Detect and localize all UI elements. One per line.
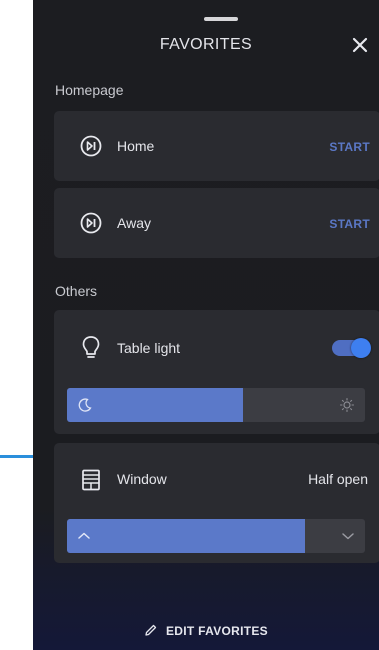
table-light-card: Table light bbox=[54, 310, 379, 434]
chevron-up-icon[interactable] bbox=[77, 530, 91, 542]
favorite-home-card[interactable]: Home START bbox=[54, 111, 379, 181]
brightness-fill bbox=[67, 388, 243, 422]
chevron-down-icon[interactable] bbox=[341, 530, 355, 542]
favorite-home-label: Home bbox=[117, 138, 155, 154]
window-status: Half open bbox=[308, 471, 368, 487]
edit-favorites-button[interactable]: EDIT FAVORITES bbox=[33, 623, 379, 638]
section-homepage: Homepage bbox=[55, 82, 124, 98]
section-others: Others bbox=[55, 283, 98, 299]
table-light-toggle[interactable] bbox=[332, 338, 371, 358]
play-pause-icon bbox=[80, 212, 102, 234]
sun-icon bbox=[339, 397, 355, 413]
drag-handle[interactable] bbox=[204, 17, 238, 21]
connector-line bbox=[0, 455, 36, 458]
favorites-panel: FAVORITES Homepage Home START Away START… bbox=[33, 0, 379, 650]
window-position-fill bbox=[67, 519, 306, 553]
play-pause-icon bbox=[80, 135, 102, 157]
toggle-knob bbox=[351, 338, 371, 358]
brightness-slider[interactable] bbox=[67, 388, 365, 422]
table-light-label: Table light bbox=[117, 340, 181, 356]
window-position-slider[interactable] bbox=[67, 519, 365, 553]
favorite-away-card[interactable]: Away START bbox=[54, 188, 379, 258]
window-blinds-icon bbox=[82, 469, 100, 491]
window-card: Window Half open bbox=[54, 443, 379, 563]
panel-title: FAVORITES bbox=[159, 36, 253, 53]
lightbulb-icon bbox=[82, 336, 100, 358]
edit-favorites-label: EDIT FAVORITES bbox=[166, 624, 268, 638]
start-home-button[interactable]: START bbox=[329, 140, 370, 154]
close-icon bbox=[352, 37, 368, 53]
pencil-icon bbox=[145, 624, 157, 636]
moon-icon bbox=[78, 398, 92, 412]
start-away-button[interactable]: START bbox=[329, 217, 370, 231]
close-button[interactable] bbox=[349, 34, 371, 56]
favorite-away-label: Away bbox=[117, 215, 151, 231]
window-label: Window bbox=[117, 471, 167, 487]
